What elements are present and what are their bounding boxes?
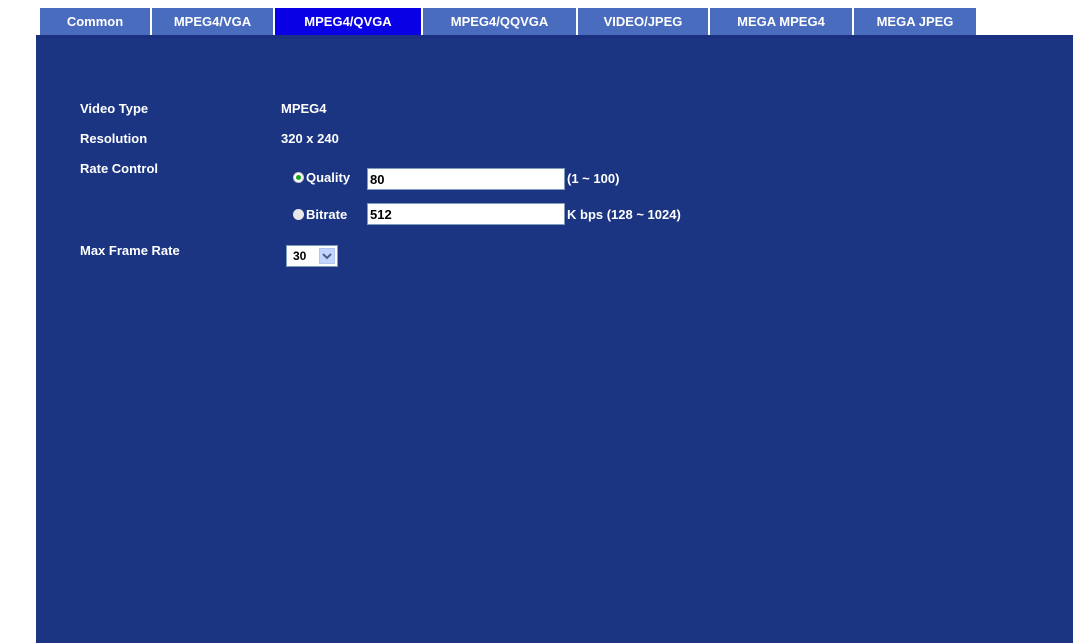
tab-common[interactable]: Common (40, 8, 152, 35)
tab-bar: Common MPEG4/VGA MPEG4/QVGA MPEG4/QQVGA … (40, 8, 976, 35)
resolution-label: Resolution (80, 131, 148, 146)
bitrate-label[interactable]: Bitrate (306, 207, 347, 222)
tab-mega-mpeg4[interactable]: MEGA MPEG4 (710, 8, 854, 35)
rate-control-label: Rate Control (80, 161, 158, 176)
quality-label[interactable]: Quality (306, 170, 350, 185)
tab-mpeg4-qqvga[interactable]: MPEG4/QQVGA (423, 8, 578, 35)
max-frame-rate-value: 30 (293, 249, 307, 263)
settings-panel: Video Type MPEG4 Resolution 320 x 240 Ra… (36, 39, 1073, 643)
quality-range: (1 ~ 100) (567, 171, 620, 186)
video-type-value: MPEG4 (281, 101, 327, 116)
max-frame-rate-label: Max Frame Rate (80, 243, 180, 258)
quality-radio[interactable] (293, 172, 304, 183)
video-type-label: Video Type (80, 101, 149, 116)
max-frame-rate-select[interactable]: 30 (286, 245, 338, 267)
resolution-value: 320 x 240 (281, 131, 339, 146)
tab-mpeg4-qvga[interactable]: MPEG4/QVGA (275, 8, 423, 35)
chevron-down-icon[interactable] (319, 248, 335, 264)
tab-mpeg4-vga[interactable]: MPEG4/VGA (152, 8, 275, 35)
bitrate-input[interactable] (367, 203, 565, 225)
bitrate-radio[interactable] (293, 209, 304, 220)
quality-input[interactable] (367, 168, 565, 190)
bitrate-range: K bps (128 ~ 1024) (567, 207, 681, 222)
tab-video-jpeg[interactable]: VIDEO/JPEG (578, 8, 710, 35)
tab-mega-jpeg[interactable]: MEGA JPEG (854, 8, 976, 35)
